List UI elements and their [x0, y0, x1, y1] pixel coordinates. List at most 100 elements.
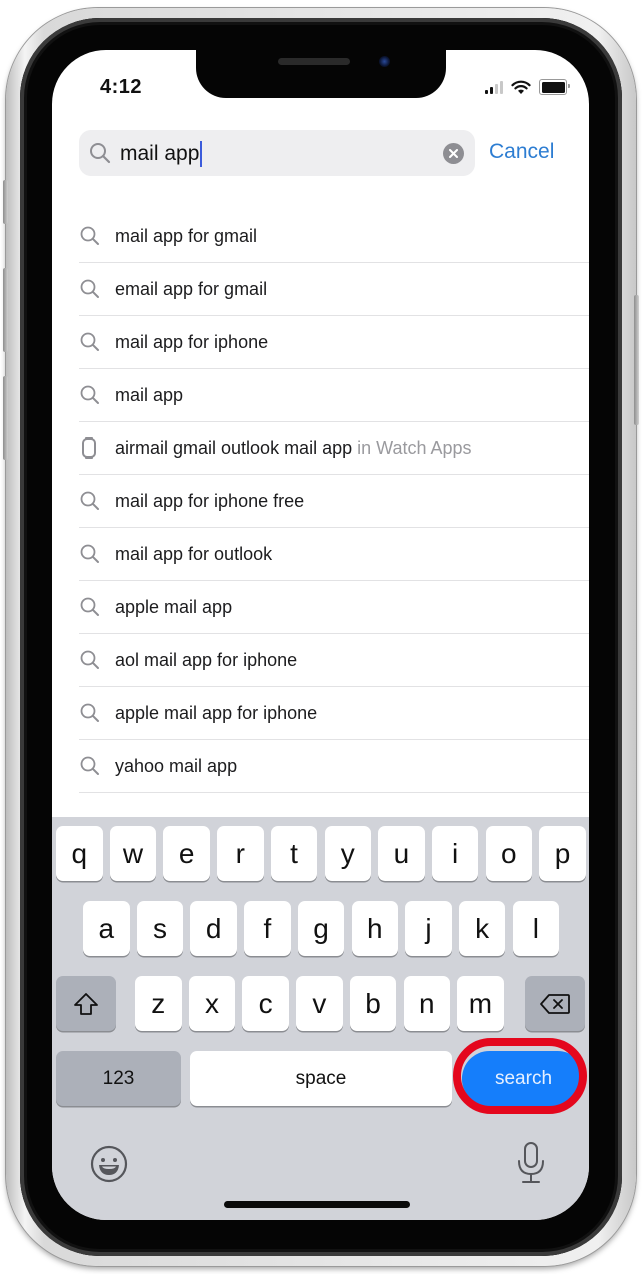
suggestion-item[interactable]: yahoo mail app [79, 740, 589, 793]
key-c[interactable]: c [242, 976, 289, 1031]
silent-switch [3, 180, 8, 224]
shift-key[interactable] [56, 976, 116, 1031]
key-u[interactable]: u [378, 826, 425, 881]
suggestion-query: apple mail app for iphone [115, 702, 318, 723]
suggestion-text: apple mail app for iphone [115, 703, 317, 724]
front-camera [379, 56, 390, 67]
key-x[interactable]: x [188, 976, 236, 1031]
cellular-signal-icon [485, 80, 503, 94]
suggestion-query: apple mail app [115, 596, 233, 617]
key-p[interactable]: p [539, 826, 586, 881]
earpiece-speaker [278, 58, 350, 65]
suggestion-item[interactable]: mail app for gmail [79, 210, 589, 263]
suggestion-query: mail app for iphone [115, 331, 269, 352]
key-r[interactable]: r [217, 826, 264, 881]
text-cursor [200, 141, 203, 167]
search-icon [79, 647, 105, 673]
suggestion-text: yahoo mail app [115, 756, 237, 777]
suggestion-text: mail app for gmail [115, 226, 257, 247]
key-m[interactable]: m [457, 976, 504, 1031]
search-icon [90, 143, 111, 164]
suggestion-text: mail app for outlook [115, 544, 272, 565]
notch [196, 50, 446, 98]
search-icon [79, 753, 105, 779]
suggestion-text: airmail gmail outlook mail app in Watch … [115, 438, 472, 459]
search-icon [79, 276, 105, 302]
key-f[interactable]: f [244, 901, 291, 956]
delete-key[interactable] [525, 976, 585, 1031]
search-input[interactable]: mail app [79, 130, 475, 176]
status-icons [485, 79, 570, 95]
key-w[interactable]: w [109, 826, 157, 881]
suggestion-query: aol mail app for iphone [115, 649, 298, 670]
key-e[interactable]: e [163, 826, 210, 881]
suggestion-text: mail app for iphone [115, 332, 268, 353]
key-y[interactable]: y [324, 826, 371, 881]
search-icon [79, 223, 105, 249]
search-icon [79, 329, 105, 355]
suggestion-item[interactable]: mail app for outlook [79, 528, 589, 581]
search-icon [79, 488, 105, 514]
suggestion-item[interactable]: apple mail app for iphone [79, 687, 589, 740]
suggestion-item[interactable]: apple mail app [79, 581, 589, 634]
suggestion-query: yahoo mail app [115, 755, 238, 776]
key-z[interactable]: z [135, 976, 182, 1031]
suggestion-item[interactable]: airmail gmail outlook mail app in Watch … [79, 422, 589, 475]
clear-icon [449, 149, 458, 158]
suggestion-item[interactable]: mail app [79, 369, 589, 422]
search-row: mail app Cancel [79, 130, 569, 176]
search-key[interactable]: search [462, 1051, 585, 1106]
emoji-icon[interactable] [90, 1145, 128, 1183]
volume-up-button [3, 268, 8, 352]
key-h[interactable]: h [351, 901, 398, 956]
key-i[interactable]: i [431, 826, 479, 881]
suggestions-list: mail app for gmail email app for gmail mai… [79, 210, 589, 793]
space-key[interactable]: space [190, 1051, 452, 1106]
key-d[interactable]: d [190, 901, 237, 956]
cancel-button[interactable]: Cancel [489, 140, 554, 164]
shift-icon [74, 992, 98, 1015]
suggestion-text: mail app for iphone free [115, 491, 304, 512]
clear-search-button[interactable] [443, 143, 464, 164]
suggestion-item[interactable]: mail app for iphone [79, 316, 589, 369]
suggestion-query: airmail gmail outlook mail app [115, 437, 353, 458]
suggestion-query: mail app [115, 384, 184, 405]
search-query: mail app [120, 142, 200, 165]
search-icon [79, 594, 105, 620]
key-s[interactable]: s [136, 901, 184, 956]
watch-icon [79, 435, 105, 461]
suggestion-scope: in Watch Apps [352, 437, 472, 458]
key-t[interactable]: t [270, 826, 318, 881]
search-query-container: mail app [120, 141, 203, 167]
search-icon [79, 382, 105, 408]
suggestion-query: mail app for gmail [115, 225, 258, 246]
battery-icon [539, 79, 570, 95]
search-icon [79, 700, 105, 726]
suggestion-text: apple mail app [115, 597, 232, 618]
screen: 4:12 mail app Cancel mail app for gmail … [52, 50, 589, 1220]
key-k[interactable]: k [458, 901, 506, 956]
key-g[interactable]: g [297, 901, 345, 956]
keyboard: 123 space search qwertyuiop asdfghjkl zxcv… [52, 817, 589, 1220]
key-q[interactable]: q [56, 826, 103, 881]
suggestion-text: email app for gmail [115, 279, 267, 300]
numbers-key[interactable]: 123 [56, 1051, 181, 1106]
status-time: 4:12 [100, 76, 143, 98]
microphone-icon[interactable] [516, 1141, 546, 1185]
volume-down-button [3, 376, 8, 460]
key-a[interactable]: a [83, 901, 130, 956]
home-indicator[interactable] [224, 1201, 410, 1208]
suggestion-text: mail app [115, 385, 183, 406]
key-b[interactable]: b [349, 976, 397, 1031]
key-o[interactable]: o [485, 826, 533, 881]
suggestion-query: mail app for outlook [115, 543, 273, 564]
suggestion-query: mail app for iphone free [115, 490, 305, 511]
suggestion-item[interactable]: email app for gmail [79, 263, 589, 316]
search-icon [79, 541, 105, 567]
key-v[interactable]: v [296, 976, 343, 1031]
key-l[interactable]: l [512, 901, 560, 956]
key-n[interactable]: n [403, 976, 450, 1031]
suggestion-item[interactable]: mail app for iphone free [79, 475, 589, 528]
suggestion-item[interactable]: aol mail app for iphone [79, 634, 589, 687]
key-j[interactable]: j [405, 901, 452, 956]
